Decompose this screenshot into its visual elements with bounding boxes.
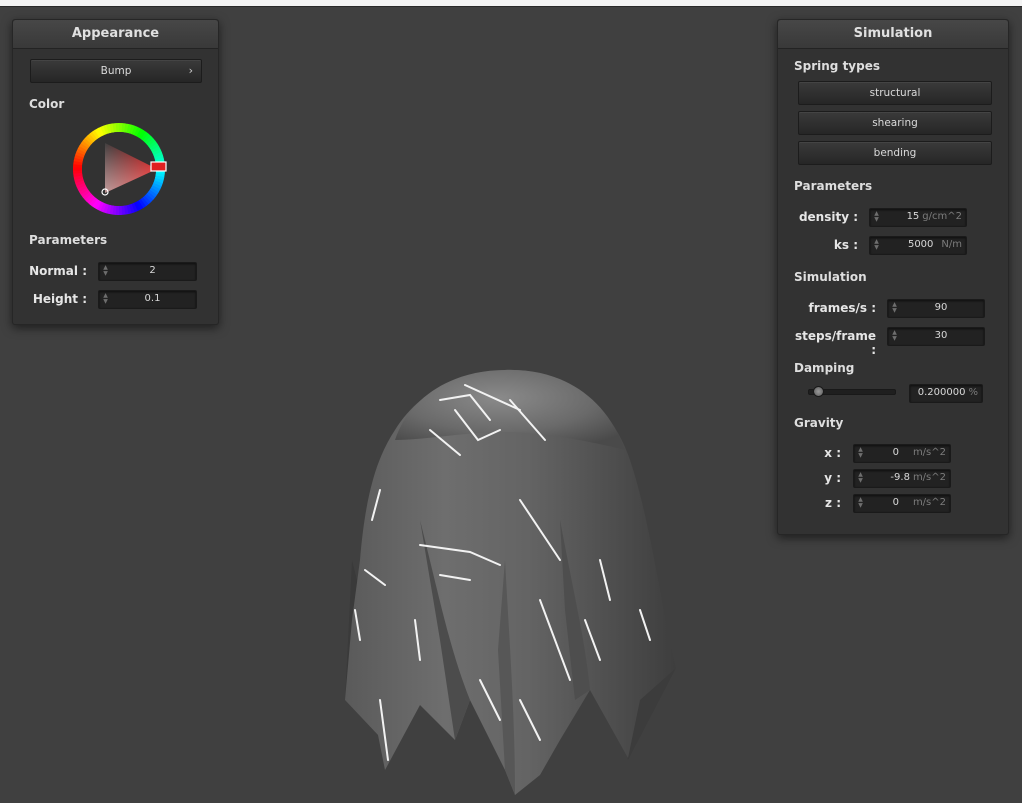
cloth-mesh: [345, 369, 676, 795]
spinner-icon[interactable]: ▲ ▼: [857, 497, 864, 510]
gravity-y-label: y :: [824, 471, 841, 485]
gravity-x-label: x :: [824, 446, 841, 460]
ks-label: ks :: [833, 238, 858, 252]
shader-select-button[interactable]: Bump ›: [30, 59, 202, 83]
structural-button[interactable]: structural: [798, 81, 992, 105]
density-input[interactable]: ▲ ▼ 15 g/cm^2: [869, 208, 967, 227]
appearance-panel: Appearance Bump › Color Parameters Norma…: [12, 19, 219, 325]
fps-label: frames/s :: [808, 301, 876, 315]
spinner-icon[interactable]: ▲ ▼: [891, 302, 898, 315]
spinner-icon[interactable]: ▲ ▼: [873, 239, 880, 252]
gravity-z-label: z :: [825, 496, 841, 510]
gravity-label: Gravity: [794, 416, 844, 430]
gravity-x-input[interactable]: ▲ ▼ 0 m/s^2: [853, 444, 951, 463]
spinner-icon[interactable]: ▲ ▼: [857, 472, 864, 485]
shader-select-label: Bump: [100, 65, 132, 77]
ks-input[interactable]: ▲ ▼ 5000 N/m: [869, 236, 967, 255]
steps-input[interactable]: ▲ ▼ 30: [887, 327, 985, 346]
chevron-right-icon: ›: [188, 64, 193, 77]
gravity-z-input[interactable]: ▲ ▼ 0 m/s^2: [853, 494, 951, 513]
height-input[interactable]: ▲ ▼ 0.1: [98, 290, 197, 309]
spring-types-label: Spring types: [794, 59, 881, 73]
parameters-section-label: Parameters: [29, 233, 108, 247]
spinner-icon[interactable]: ▲ ▼: [102, 293, 109, 306]
fps-input[interactable]: ▲ ▼ 90: [887, 299, 985, 318]
color-section-label: Color: [29, 97, 65, 111]
color-wheel[interactable]: [71, 121, 167, 217]
density-label: density :: [798, 210, 858, 224]
steps-label: steps/frame :: [794, 329, 876, 357]
spinner-icon[interactable]: ▲ ▼: [873, 211, 880, 224]
damping-slider-handle[interactable]: [812, 386, 824, 397]
damping-input[interactable]: 0.200000%: [909, 384, 983, 403]
spinner-icon[interactable]: ▲ ▼: [891, 330, 898, 343]
simulation-panel: Simulation Spring types structural shear…: [777, 19, 1009, 535]
shearing-button[interactable]: shearing: [798, 111, 992, 135]
gravity-y-input[interactable]: ▲ ▼ -9.8 m/s^2: [853, 469, 951, 488]
normal-label: Normal :: [29, 264, 87, 278]
sim-parameters-label: Parameters: [794, 179, 873, 193]
normal-input[interactable]: ▲ ▼ 2: [98, 262, 197, 281]
hue-selector[interactable]: [150, 161, 167, 172]
spinner-icon[interactable]: ▲ ▼: [102, 265, 109, 278]
damping-label: Damping: [794, 361, 855, 375]
height-label: Height :: [32, 292, 87, 306]
simulation-panel-title: Simulation: [778, 20, 1008, 49]
simulation-section-label: Simulation: [794, 270, 867, 284]
spinner-icon[interactable]: ▲ ▼: [857, 447, 864, 460]
bending-button[interactable]: bending: [798, 141, 992, 165]
appearance-panel-title: Appearance: [13, 20, 218, 49]
